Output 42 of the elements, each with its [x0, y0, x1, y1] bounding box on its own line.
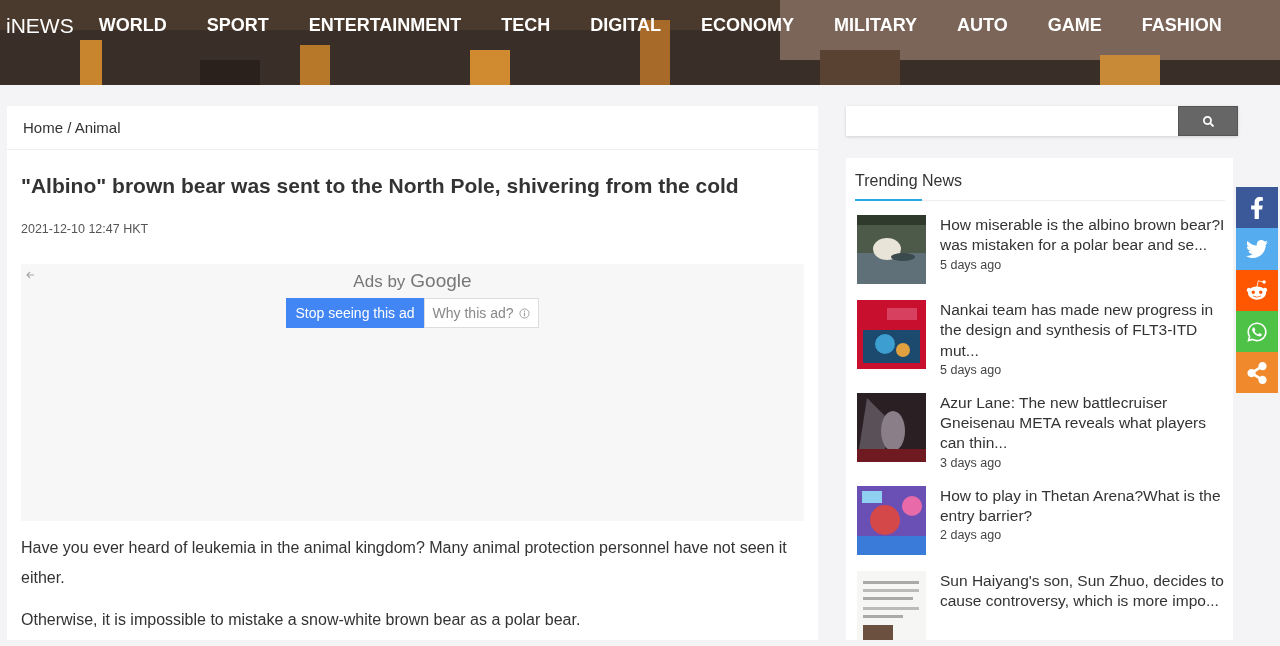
news-title[interactable]: Sun Haiyang's son, Sun Zhuo, decides to cause controversy, which is more impo...	[940, 570, 1225, 612]
nav-link[interactable]: WORLD	[98, 12, 167, 39]
news-time: 3 days ago	[940, 455, 1003, 470]
article-title: "Albino" brown bear was sent to the North Pole, shivering from the cold	[21, 174, 740, 198]
article-paragraph: Otherwise, it is impossible to mistake a snow-white brown bear as a polar bear.	[21, 610, 582, 630]
whatsapp-icon	[1246, 320, 1268, 343]
nav-link[interactable]: SPORT	[206, 12, 269, 39]
why-ad-button[interactable]: Why this ad?	[423, 298, 539, 328]
nav-link[interactable]: FASHION	[1141, 12, 1222, 39]
nav-link[interactable]: DIGITAL	[590, 12, 661, 39]
site-logo[interactable]: iNEWS	[6, 13, 74, 38]
news-time: 5 days ago	[940, 362, 1003, 377]
search-icon	[1202, 115, 1214, 127]
share-button[interactable]	[1236, 269, 1278, 311]
share-button[interactable]	[1236, 187, 1278, 229]
reddit-icon	[1246, 279, 1268, 302]
info-icon	[518, 307, 530, 319]
news-title[interactable]: How miserable is the albino brown bear?I was mistaken for a polar bear and se...	[940, 215, 1225, 256]
stop-ad-button[interactable]: Stop seeing this ad	[286, 298, 424, 328]
article-paragraph: Have you ever heard of leukemia in the animal kingdom? Many animal protection personnel have not seen it either.	[21, 538, 788, 588]
news-time: 2 days ago	[940, 528, 1003, 543]
news-title[interactable]: How to play in Thetan Arena?What is the entry barrier?	[940, 485, 1225, 527]
search-button[interactable]	[1178, 106, 1238, 136]
nav-link[interactable]: MILITARY	[834, 12, 917, 39]
share-button[interactable]	[1236, 310, 1278, 353]
back-arrow-icon[interactable]	[25, 270, 35, 280]
search-field[interactable]	[846, 106, 1238, 136]
nav-link[interactable]: TECH	[501, 12, 551, 39]
news-title[interactable]: Azur Lane: The new battlecruiser Gneisenau META reveals what players can thin...	[940, 392, 1225, 454]
share-icon	[1246, 361, 1268, 384]
trending-title: Trending News	[855, 172, 962, 189]
news-time: 5 days ago	[940, 257, 1003, 272]
nav-link[interactable]: ECONOMY	[701, 12, 794, 39]
breadcrumb[interactable]: Home / Animal	[7, 106, 818, 150]
news-title[interactable]: Nankai team has made new progress in the design and synthesis of FLT3-ITD mut...	[940, 300, 1225, 361]
bird-icon	[1246, 237, 1268, 260]
nav-link[interactable]: AUTO	[957, 12, 1008, 39]
ads-by-label: Ads by	[353, 272, 406, 292]
nav-link[interactable]: GAME	[1047, 12, 1102, 39]
article-date: 2021-12-10 12:47 HKT	[21, 222, 150, 236]
nav-link[interactable]: ENTERTAINMENT	[308, 12, 462, 39]
ad-brand: Google	[410, 270, 472, 292]
